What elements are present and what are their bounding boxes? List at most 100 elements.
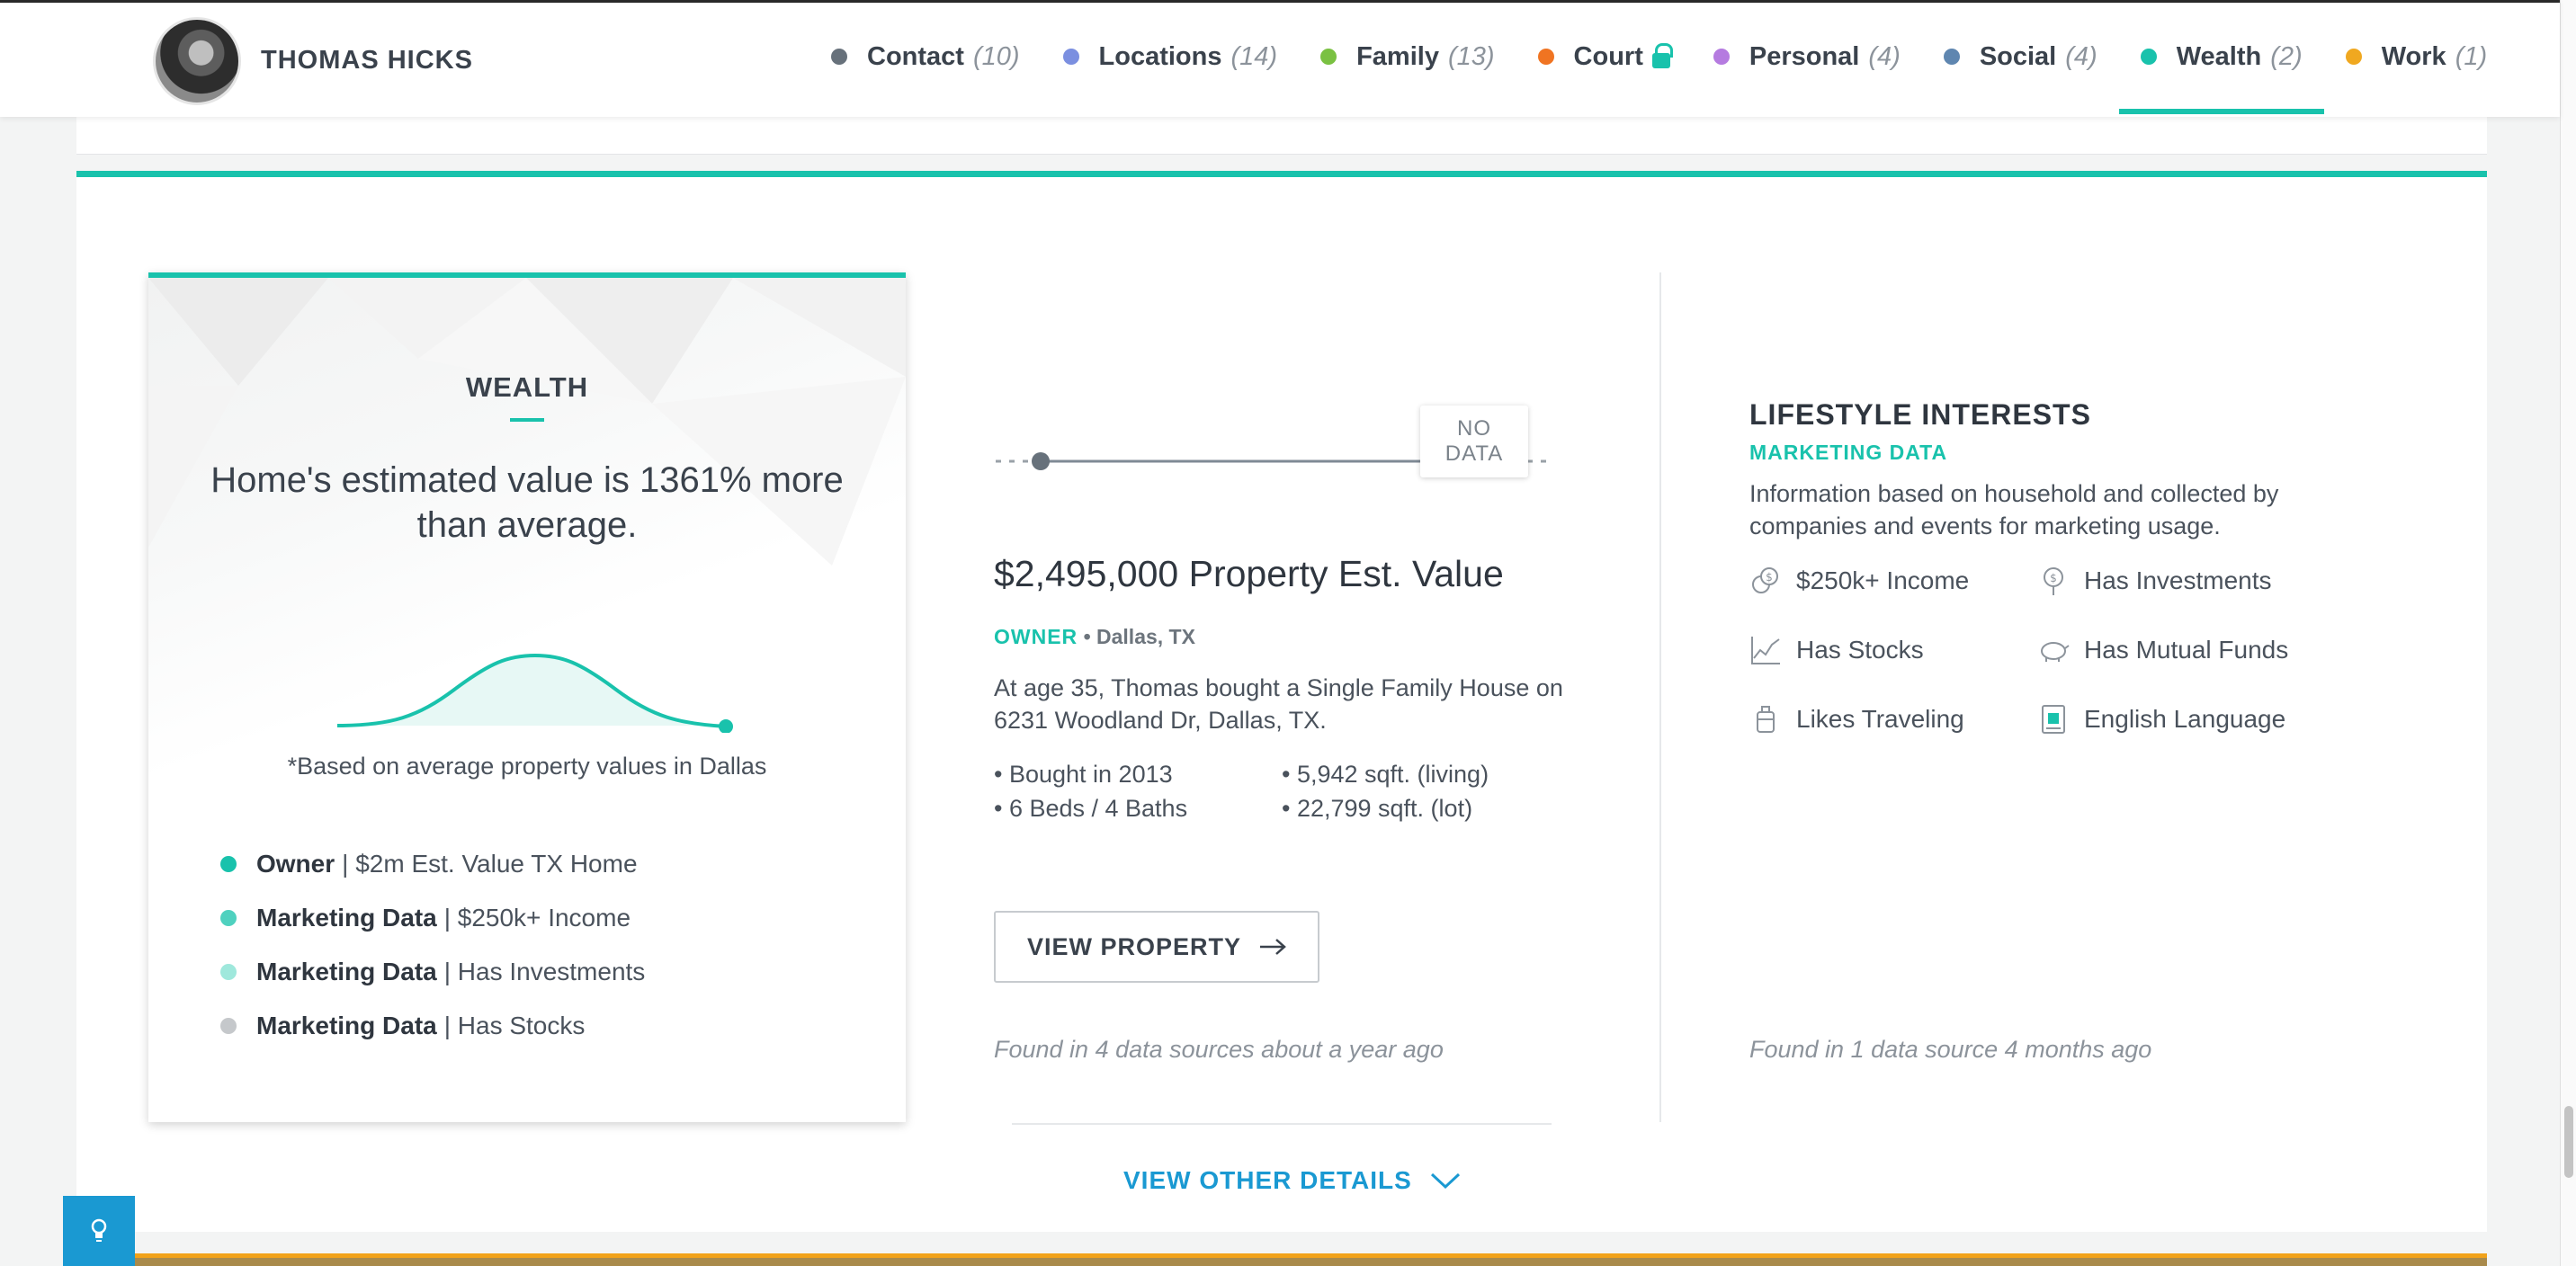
profile-name: THOMAS HICKS	[261, 46, 473, 75]
tab-court[interactable]: Court	[1516, 3, 1692, 111]
family-dot	[1320, 49, 1337, 65]
tab-work[interactable]: Work (1)	[2324, 3, 2509, 111]
property-description: At age 35, Thomas bought a Single Family…	[994, 674, 1563, 734]
property-subtitle: OWNER • Dallas, TX	[994, 625, 1195, 649]
interest-label: $250k+ Income	[1796, 566, 1970, 594]
property-location: Dallas, TX	[1096, 625, 1195, 648]
bullet-dot	[220, 964, 237, 980]
separator: •	[1083, 625, 1091, 648]
interest-label: Has Investments	[2084, 566, 2272, 594]
svg-text:$: $	[1766, 571, 1773, 584]
item-type: Marketing Data	[256, 904, 437, 932]
lifestyle-title: LIFESTYLE INTERESTS	[1749, 398, 2091, 431]
bullet-dot	[220, 856, 237, 872]
interest-item: Has Stocks	[1749, 633, 2037, 666]
court-dot	[1537, 49, 1554, 65]
tab-count: (14)	[1230, 41, 1278, 71]
wealth-section: WEALTH Home's estimated value is 1361% m…	[76, 171, 2487, 1232]
page-scrollbar[interactable]	[2560, 0, 2576, 1266]
list-item: Marketing Data | $250k+ Income	[220, 891, 645, 945]
profile-header: THOMAS HICKS Contact (10) Locations (14)…	[0, 0, 2560, 117]
tab-count: (4)	[1868, 41, 1901, 71]
arrow-right-icon	[1260, 939, 1286, 955]
bullet-dot	[220, 910, 237, 926]
bullet-dot	[220, 1018, 237, 1034]
distribution-curve	[337, 653, 733, 733]
details-divider	[1012, 1123, 1552, 1125]
interest-label: Has Stocks	[1796, 635, 1924, 664]
column-divider	[1659, 272, 1661, 1122]
fact-item: • 22,799 sqft. (lot)	[1282, 795, 1473, 822]
lightbulb-icon	[91, 1218, 107, 1242]
wealth-dot	[2140, 49, 2157, 65]
interest-item: Has Mutual Funds	[2037, 633, 2325, 666]
work-dot	[2345, 49, 2362, 65]
tips-button[interactable]	[63, 1196, 135, 1266]
money-bag-icon: $	[2044, 566, 2063, 595]
list-item: Marketing Data | Has Investments	[220, 945, 645, 999]
view-other-details-label: VIEW OTHER DETAILS	[1123, 1166, 1412, 1194]
item-text: | $250k+ Income	[443, 904, 631, 932]
tab-label: Contact	[867, 41, 964, 71]
wealth-heading: WEALTH	[465, 371, 589, 403]
tab-social[interactable]: Social (4)	[1922, 3, 2119, 111]
wealth-sources-list: Owner | $2m Est. Value TX Home Marketing …	[220, 837, 645, 1053]
fact-item: • 6 Beds / 4 Baths	[994, 795, 1188, 822]
chevron-down-icon	[1430, 1172, 1460, 1190]
wealth-summary-card: WEALTH Home's estimated value is 1361% m…	[148, 272, 906, 1122]
item-type: Marketing Data	[256, 1012, 437, 1039]
tab-label: Personal	[1749, 41, 1860, 71]
no-data-line-1: NO	[1457, 416, 1491, 441]
property-source-note: Found in 4 data sources about a year ago	[994, 1036, 1444, 1063]
lifestyle-source-note: Found in 1 data source 4 months ago	[1749, 1036, 2152, 1063]
lock-icon	[1651, 42, 1673, 68]
item-text: | $2m Est. Value TX Home	[342, 850, 638, 878]
item-text: | Has Stocks	[443, 1012, 586, 1039]
tab-contact[interactable]: Contact (10)	[809, 3, 1042, 111]
lifestyle-interests: $ $250k+ Income $ Has Investments Has St…	[1749, 564, 2343, 736]
locations-dot	[1062, 49, 1079, 65]
tab-count: (10)	[972, 41, 1020, 71]
tab-label: Family	[1356, 41, 1439, 71]
timeline-start-point	[1032, 452, 1050, 470]
no-data-line-2: DATA	[1445, 441, 1504, 466]
property-facts: • Bought in 2013 • 5,942 sqft. (living) …	[994, 758, 1588, 825]
fact-item: • 5,942 sqft. (living)	[1282, 761, 1489, 788]
value-marker	[719, 719, 733, 733]
personal-dot	[1713, 49, 1730, 65]
tab-wealth[interactable]: Wealth (2)	[2118, 3, 2324, 114]
interest-item: $ $250k+ Income	[1749, 564, 2037, 597]
tab-family[interactable]: Family (13)	[1299, 3, 1516, 111]
lifestyle-description: Information based on household and colle…	[1749, 480, 2279, 539]
list-item: Marketing Data | Has Stocks	[220, 999, 645, 1053]
owner-label: OWNER	[994, 625, 1078, 648]
view-other-details-link[interactable]: VIEW OTHER DETAILS	[1123, 1166, 1461, 1195]
property-value-title: $2,495,000 Property Est. Value	[994, 553, 1504, 594]
heading-underline	[510, 418, 544, 422]
fact-item: • Bought in 2013	[994, 761, 1173, 788]
contact-dot	[831, 49, 847, 65]
interest-label: Likes Traveling	[1796, 704, 1964, 733]
tab-count: (2)	[2270, 41, 2303, 71]
coins-icon: $	[1752, 566, 1778, 593]
next-section-edge	[135, 1253, 2487, 1266]
interest-item: $ Has Investments	[2037, 564, 2325, 597]
stock-chart-icon	[1751, 636, 1780, 664]
avatar[interactable]	[153, 17, 241, 105]
tab-personal[interactable]: Personal (4)	[1692, 3, 1922, 111]
social-dot	[1943, 49, 1960, 65]
tab-label: Locations	[1098, 41, 1222, 71]
scrollbar-thumb[interactable]	[2564, 1106, 2573, 1178]
interest-label: Has Mutual Funds	[2084, 635, 2289, 664]
piggy-bank-icon	[2041, 641, 2070, 662]
view-property-button[interactable]: VIEW PROPERTY	[994, 911, 1319, 983]
tab-count: (4)	[2065, 41, 2097, 71]
item-type: Marketing Data	[256, 958, 437, 985]
svg-text:$: $	[2050, 572, 2057, 584]
tab-label: Court	[1573, 41, 1643, 71]
lifestyle-subtitle: MARKETING DATA	[1749, 441, 1948, 464]
luggage-icon	[1757, 705, 1775, 733]
tab-locations[interactable]: Locations (14)	[1042, 3, 1300, 111]
wealth-statement: Home's estimated value is 1361% more tha…	[210, 460, 844, 545]
list-item: Owner | $2m Est. Value TX Home	[220, 837, 645, 891]
